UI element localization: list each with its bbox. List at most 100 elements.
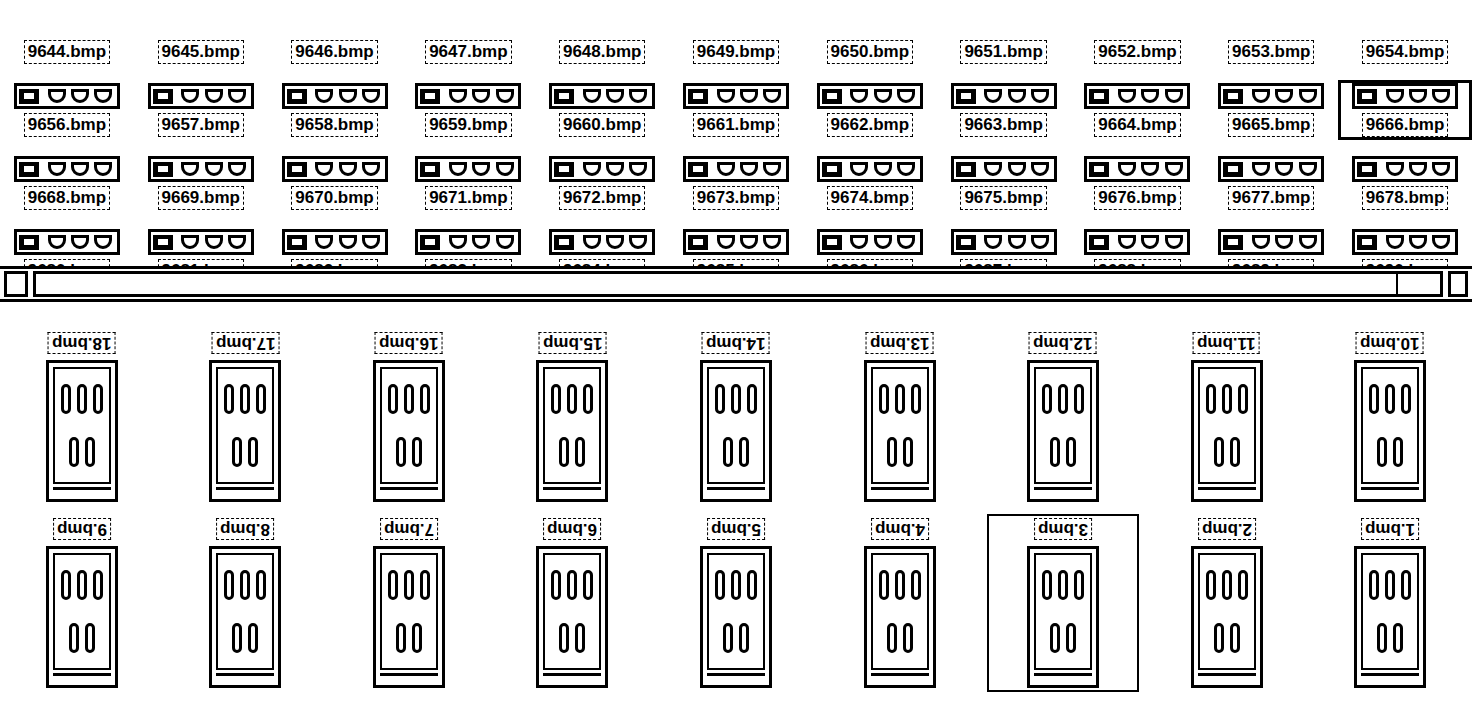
file-label[interactable]: 9687.bmp	[960, 259, 1046, 266]
file-item[interactable]: 9644.bmp	[0, 33, 134, 67]
file-label[interactable]: 9689.bmp	[1228, 259, 1314, 266]
file-label[interactable]: 9676.bmp	[1094, 186, 1180, 210]
file-label[interactable]: 9669.bmp	[158, 186, 244, 210]
file-item[interactable]: 9671.bmp	[401, 153, 535, 213]
file-item[interactable]: 13.bmp	[824, 328, 976, 506]
tile-image[interactable]	[1027, 360, 1099, 502]
file-label[interactable]: 2.bmp	[1198, 518, 1256, 540]
thumbnail[interactable]	[148, 229, 254, 255]
thumbnail[interactable]	[817, 83, 923, 109]
file-item[interactable]: 9652.bmp	[1071, 33, 1205, 67]
file-item[interactable]: 12.bmp	[987, 328, 1139, 506]
thumbnail[interactable]	[1352, 156, 1458, 182]
file-label[interactable]: 4.bmp	[871, 518, 929, 540]
thumbnail[interactable]	[951, 229, 1057, 255]
tile-image[interactable]	[1354, 360, 1426, 502]
thumbnail[interactable]	[817, 229, 923, 255]
file-label[interactable]: 9664.bmp	[1094, 113, 1180, 137]
thumbnail[interactable]	[1084, 229, 1190, 255]
file-label[interactable]: 9682.bmp	[291, 259, 377, 266]
tile-image[interactable]	[46, 360, 118, 502]
file-label[interactable]: 9675.bmp	[960, 186, 1046, 210]
file-label[interactable]: 6.bmp	[543, 518, 601, 540]
file-item[interactable]: 17.bmp	[170, 328, 322, 506]
file-item[interactable]: 16.bmp	[333, 328, 485, 506]
file-item[interactable]: 2.bmp	[1151, 514, 1303, 692]
file-label[interactable]: 9652.bmp	[1094, 40, 1180, 64]
file-label[interactable]: 9683.bmp	[425, 259, 511, 266]
thumbnail[interactable]	[683, 156, 789, 182]
thumbnail[interactable]	[282, 83, 388, 109]
file-item[interactable]: 9666.bmp	[1338, 80, 1472, 140]
file-item[interactable]: 9662.bmp	[803, 80, 937, 140]
file-item[interactable]: 11.bmp	[1151, 328, 1303, 506]
thumbnail[interactable]	[148, 83, 254, 109]
file-item[interactable]: 9665.bmp	[1204, 80, 1338, 140]
file-label[interactable]: 9670.bmp	[291, 186, 377, 210]
file-item[interactable]: 9648.bmp	[535, 33, 669, 67]
file-label[interactable]: 9644.bmp	[24, 40, 110, 64]
file-item[interactable]: 18.bmp	[6, 328, 158, 506]
file-item[interactable]: 9684.bmp	[535, 226, 669, 266]
file-label[interactable]: 15.bmp	[539, 332, 607, 354]
file-item[interactable]: 8.bmp	[170, 514, 322, 692]
thumbnail[interactable]	[549, 156, 655, 182]
file-item[interactable]: 9682.bmp	[268, 226, 402, 266]
file-label[interactable]: 9649.bmp	[693, 40, 779, 64]
file-item[interactable]: 1.bmp	[1314, 514, 1466, 692]
file-label[interactable]: 9672.bmp	[559, 186, 645, 210]
file-label[interactable]: 9678.bmp	[1362, 186, 1448, 210]
tile-image[interactable]	[536, 546, 608, 688]
tile-image[interactable]	[46, 546, 118, 688]
file-item[interactable]: 9646.bmp	[268, 33, 402, 67]
file-item[interactable]: 9659.bmp	[401, 80, 535, 140]
scroll-thumb[interactable]	[36, 274, 1398, 294]
file-label[interactable]: 9668.bmp	[24, 186, 110, 210]
file-item[interactable]: 7.bmp	[333, 514, 485, 692]
file-label[interactable]: 9661.bmp	[693, 113, 779, 137]
tile-image[interactable]	[700, 546, 772, 688]
thumbnail[interactable]	[549, 83, 655, 109]
file-label[interactable]: 9690.bmp	[1362, 259, 1448, 266]
file-label[interactable]: 9656.bmp	[24, 113, 110, 137]
file-item[interactable]: 9650.bmp	[803, 33, 937, 67]
file-item[interactable]: 9674.bmp	[803, 153, 937, 213]
thumbnail[interactable]	[1084, 156, 1190, 182]
thumbnail[interactable]	[1084, 83, 1190, 109]
file-label[interactable]: 9662.bmp	[827, 113, 913, 137]
thumbnail[interactable]	[415, 229, 521, 255]
file-item[interactable]: 9686.bmp	[803, 226, 937, 266]
file-item[interactable]: 9664.bmp	[1071, 80, 1205, 140]
tile-image[interactable]	[864, 546, 936, 688]
file-label[interactable]: 9671.bmp	[425, 186, 511, 210]
file-label[interactable]: 9645.bmp	[158, 40, 244, 64]
file-item[interactable]: 15.bmp	[497, 328, 649, 506]
file-item[interactable]: 9689.bmp	[1204, 226, 1338, 266]
file-item[interactable]: 14.bmp	[660, 328, 812, 506]
file-item[interactable]: 9663.bmp	[937, 80, 1071, 140]
tile-image[interactable]	[864, 360, 936, 502]
scrollbar[interactable]	[0, 266, 1472, 302]
thumbnail[interactable]	[415, 83, 521, 109]
file-label[interactable]: 9681.bmp	[158, 259, 244, 266]
file-item[interactable]: 9670.bmp	[268, 153, 402, 213]
file-label[interactable]: 9648.bmp	[559, 40, 645, 64]
file-item[interactable]: 3.bmp	[987, 514, 1139, 692]
file-label[interactable]: 9660.bmp	[559, 113, 645, 137]
thumbnail[interactable]	[1218, 156, 1324, 182]
file-item[interactable]: 9651.bmp	[937, 33, 1071, 67]
tile-image[interactable]	[209, 546, 281, 688]
file-item[interactable]: 9685.bmp	[669, 226, 803, 266]
file-item[interactable]: 9649.bmp	[669, 33, 803, 67]
file-label[interactable]: 9685.bmp	[693, 259, 779, 266]
file-label[interactable]: 11.bmp	[1193, 332, 1260, 354]
file-item[interactable]: 9678.bmp	[1338, 153, 1472, 213]
file-label[interactable]: 9677.bmp	[1228, 186, 1314, 210]
scroll-left-button[interactable]	[4, 271, 28, 297]
file-label[interactable]: 9666.bmp	[1362, 113, 1448, 137]
file-label[interactable]: 3.bmp	[1034, 518, 1092, 540]
file-label[interactable]: 9665.bmp	[1228, 113, 1314, 137]
file-item[interactable]: 9654.bmp	[1338, 33, 1472, 67]
file-item[interactable]: 9657.bmp	[134, 80, 268, 140]
thumbnail[interactable]	[148, 156, 254, 182]
